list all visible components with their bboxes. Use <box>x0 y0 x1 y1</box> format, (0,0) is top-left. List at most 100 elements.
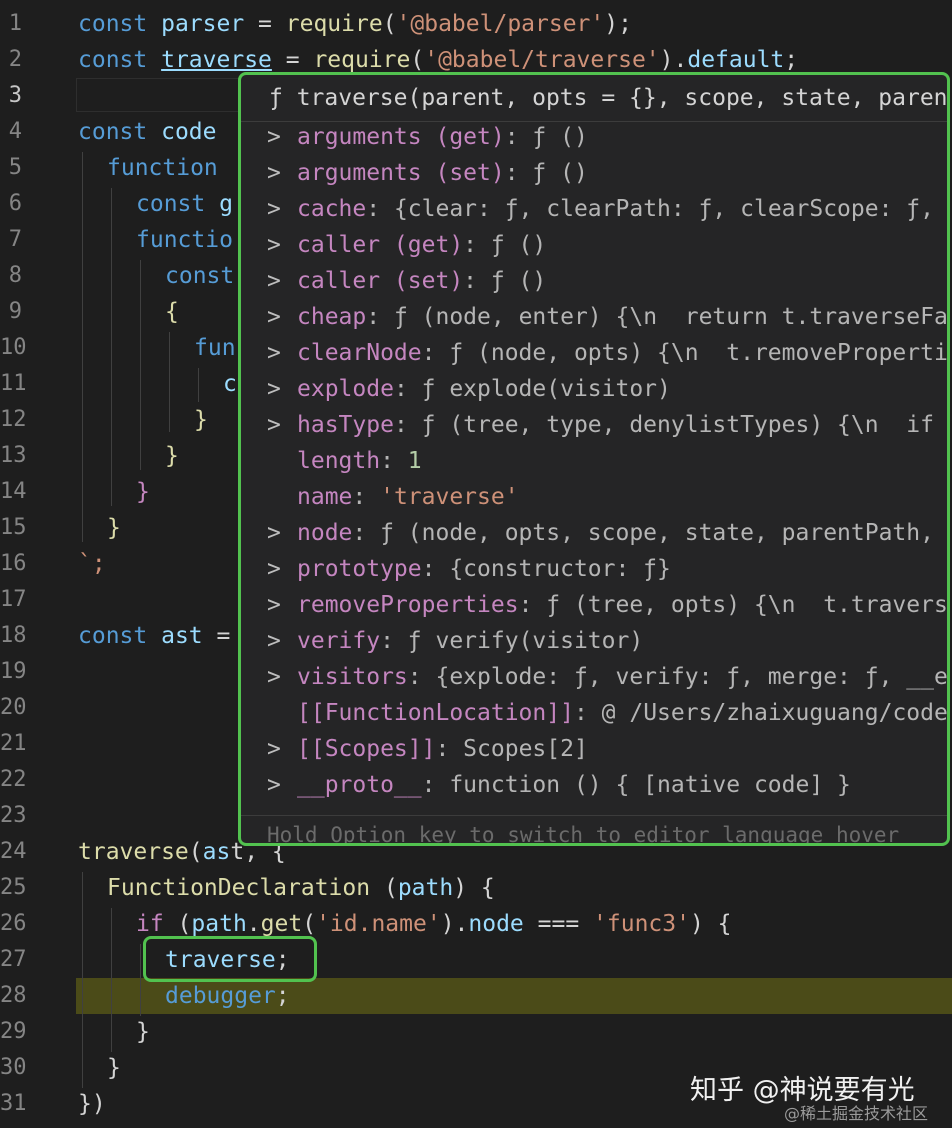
code-line-9[interactable]: { <box>165 294 179 330</box>
property-name: hasType <box>297 412 394 438</box>
line-number: 30 <box>0 1055 27 1080</box>
hover-property-row[interactable]: > node: ƒ (node, opts, scope, state, pare… <box>267 515 950 551</box>
code-line-8[interactable]: const <box>165 258 234 294</box>
line-number: 19 <box>0 659 27 684</box>
chevron-right-icon[interactable]: > <box>267 191 297 227</box>
code-line-14[interactable]: } <box>136 474 150 510</box>
chevron-right-icon[interactable]: > <box>267 659 297 695</box>
hover-property-row[interactable]: > hasType: ƒ (tree, type, denylistTypes) … <box>267 407 947 443</box>
code-line-18[interactable]: const ast = <box>78 618 230 654</box>
code-line-6[interactable]: const g <box>136 186 233 222</box>
traverse-highlight-box <box>143 936 317 982</box>
traverse-identifier: traverse <box>161 47 272 73</box>
chevron-right-icon[interactable]: > <box>267 263 297 299</box>
chevron-right-icon[interactable]: > <box>267 299 297 335</box>
property-name: [[Scopes]] <box>297 736 436 762</box>
code-line-29[interactable]: } <box>136 1014 150 1050</box>
function-signature: ƒ traverse(parent, opts = {}, scope, sta… <box>269 85 950 111</box>
hover-property-row[interactable]: > caller (set): ƒ () <box>267 263 546 299</box>
hover-hint-text: Hold Option key to switch to editor lang… <box>267 823 900 846</box>
code-line-30[interactable]: } <box>107 1050 121 1086</box>
hover-property-row: [[FunctionLocation]]: @ /Users/zhaixugua… <box>267 695 947 731</box>
chevron-right-icon[interactable]: > <box>267 515 297 551</box>
chevron-right-icon[interactable]: > <box>267 155 297 191</box>
property-value: : Scopes[2] <box>435 736 588 762</box>
hover-property-row[interactable]: > visitors: {explode: ƒ, verify: ƒ, merge… <box>267 659 950 695</box>
property-name: removeProperties <box>297 592 519 618</box>
chevron-right-icon[interactable]: > <box>267 227 297 263</box>
property-value: : ƒ () <box>463 268 547 294</box>
line-number: 15 <box>0 515 27 540</box>
property-name: cache <box>297 196 367 222</box>
hover-property-row[interactable]: > verify: ƒ verify(visitor) <box>267 623 643 659</box>
line-number: 18 <box>0 623 27 648</box>
code-line-31[interactable]: }) <box>78 1086 106 1122</box>
property-name: prototype <box>297 556 422 582</box>
property-name: clearNode <box>297 340 422 366</box>
hover-property-row[interactable]: > [[Scopes]]: Scopes[2] <box>267 731 588 767</box>
hover-property-row[interactable]: > arguments (get): ƒ () <box>267 119 588 155</box>
hover-property-row[interactable]: > caller (get): ƒ () <box>267 227 546 263</box>
code-line-10[interactable]: fun <box>194 330 236 366</box>
property-name: cheap <box>297 304 367 330</box>
code-line-28[interactable]: debugger; <box>165 978 290 1014</box>
code-line-5[interactable]: function <box>107 150 218 186</box>
chevron-right-icon[interactable]: > <box>267 623 297 659</box>
chevron-right-icon[interactable]: > <box>267 767 297 803</box>
hover-property-row[interactable]: > arguments (set): ƒ () <box>267 155 588 191</box>
property-name: caller (set) <box>297 268 464 294</box>
code-line-7[interactable]: functio <box>136 222 233 258</box>
chevron-right-icon[interactable]: > <box>267 551 297 587</box>
hover-property-row[interactable]: > __proto__: function () { [native code] … <box>267 767 851 803</box>
property-value: : {explode: ƒ, verify: ƒ, merge: ƒ, __es… <box>407 664 950 690</box>
property-value: : function () { [native code] } <box>421 772 851 798</box>
hover-property-row[interactable]: > cheap: ƒ (node, enter) {\n return t.tra… <box>267 299 947 335</box>
line-number: 26 <box>0 911 27 936</box>
hover-property-row[interactable]: > clearNode: ƒ (node, opts) {\n t.removeP… <box>267 335 947 371</box>
hover-property-row[interactable]: > cache: {clear: ƒ, clearPath: ƒ, clearSc… <box>267 191 947 227</box>
code-line-1[interactable]: const parser = require('@babel/parser'); <box>78 6 632 42</box>
property-name: __proto__ <box>297 772 422 798</box>
code-line-12[interactable]: } <box>194 402 208 438</box>
line-number: 24 <box>0 839 27 864</box>
hover-property-row: name: 'traverse' <box>267 479 519 515</box>
line-number: 20 <box>0 695 27 720</box>
property-name: verify <box>297 628 381 654</box>
debug-hover-widget[interactable]: ƒ traverse(parent, opts = {}, scope, sta… <box>238 72 950 846</box>
code-line-25[interactable]: FunctionDeclaration (path) { <box>107 870 495 906</box>
line-number: 7 <box>8 227 22 252</box>
property-name: node <box>297 520 353 546</box>
chevron-right-icon[interactable]: > <box>267 587 297 623</box>
property-name: explode <box>297 376 394 402</box>
line-number: 17 <box>0 587 27 612</box>
chevron-right-icon[interactable]: > <box>267 407 297 443</box>
property-name: caller (get) <box>297 232 464 258</box>
property-value: : {constructor: ƒ} <box>421 556 671 582</box>
line-number: 28 <box>0 983 27 1008</box>
chevron-right-icon[interactable]: > <box>267 335 297 371</box>
line-number: 29 <box>0 1019 27 1044</box>
code-line-4[interactable]: const code <box>78 114 217 150</box>
line-number: 13 <box>0 443 27 468</box>
line-number: 8 <box>8 263 22 288</box>
property-name: [[FunctionLocation]] <box>297 700 574 726</box>
code-line-11[interactable]: c <box>223 366 237 402</box>
property-value: : ƒ explode(visitor) <box>393 376 671 402</box>
chevron-right-icon[interactable]: > <box>267 371 297 407</box>
line-number: 21 <box>0 731 27 756</box>
property-value: : ƒ (tree, opts) {\n t.traverseFa <box>518 592 950 618</box>
property-name: visitors <box>297 664 408 690</box>
property-string-value: 'traverse' <box>380 484 519 510</box>
line-number: 10 <box>0 335 27 360</box>
line-number: 25 <box>0 875 27 900</box>
chevron-right-icon[interactable]: > <box>267 731 297 767</box>
code-line-15[interactable]: } <box>107 510 121 546</box>
hover-property-row[interactable]: > explode: ƒ explode(visitor) <box>267 371 671 407</box>
property-value: : ƒ (node, opts, scope, state, parentPat… <box>352 520 950 546</box>
code-line-13[interactable]: } <box>165 438 179 474</box>
code-line-16[interactable]: `; <box>78 546 106 582</box>
line-number: 27 <box>0 947 27 972</box>
chevron-right-icon[interactable]: > <box>267 119 297 155</box>
hover-property-row[interactable]: > removeProperties: ƒ (tree, opts) {\n t.… <box>267 587 950 623</box>
hover-property-row[interactable]: > prototype: {constructor: ƒ} <box>267 551 671 587</box>
